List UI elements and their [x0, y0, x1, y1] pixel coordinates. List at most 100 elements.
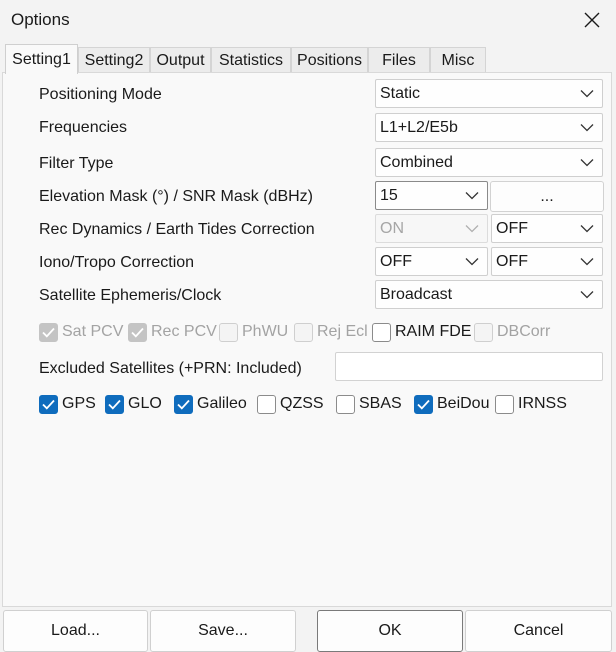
chevron-down-icon	[580, 158, 594, 166]
rec-dynamics-select[interactable]: ON	[375, 214, 488, 243]
checkbox-label: DBCorr	[497, 323, 551, 340]
title-bar: Options	[0, 0, 616, 42]
close-icon	[584, 12, 600, 28]
dialog-footer: Load... Save... OK Cancel	[0, 607, 616, 652]
earth-tides-select[interactable]: OFF	[491, 214, 603, 243]
button-label: ...	[540, 187, 554, 205]
tab-files[interactable]: Files	[368, 47, 430, 73]
checkbox-box	[105, 394, 124, 414]
select-value: 15	[380, 186, 398, 204]
checkbox-box	[219, 322, 238, 342]
raim-fde-checkbox[interactable]: RAIM FDE	[372, 321, 471, 343]
select-value: OFF	[380, 252, 412, 270]
tab-positions[interactable]: Positions	[291, 47, 368, 73]
tab-setting1[interactable]: Setting1	[5, 44, 78, 74]
frequencies-label: Frequencies	[39, 119, 128, 136]
select-value: Broadcast	[380, 285, 453, 303]
galileo-checkbox[interactable]: Galileo	[174, 393, 247, 415]
checkbox-box	[174, 394, 193, 414]
load-button[interactable]: Load...	[3, 610, 148, 652]
filter-type-select[interactable]: Combined	[375, 148, 603, 177]
checkbox-box	[39, 322, 58, 342]
tab-label: Misc	[441, 51, 475, 69]
checkbox-label: GPS	[62, 395, 96, 412]
filter-type-label: Filter Type	[39, 155, 114, 172]
checkbox-box	[128, 322, 147, 342]
checkbox-label: PhWU	[242, 323, 289, 340]
checkbox-box	[257, 394, 276, 414]
ephemeris-label: Satellite Ephemeris/Clock	[39, 287, 222, 304]
save-button[interactable]: Save...	[150, 610, 296, 652]
tropo-correction-select[interactable]: OFF	[491, 247, 603, 276]
checkbox-box	[474, 322, 493, 342]
beidou-checkbox[interactable]: BeiDou	[414, 393, 489, 415]
checkbox-box	[414, 394, 433, 414]
tab-setting2[interactable]: Setting2	[78, 47, 150, 73]
select-value: OFF	[496, 219, 528, 237]
rec-dynamics-label: Rec Dynamics / Earth Tides Correction	[39, 221, 315, 238]
chevron-down-icon	[580, 290, 594, 298]
check-icon	[177, 399, 190, 410]
checkbox-box	[294, 322, 313, 342]
chevron-down-icon	[580, 224, 594, 232]
qzss-checkbox[interactable]: QZSS	[257, 393, 324, 415]
chevron-down-icon	[465, 191, 479, 199]
rej-ecl-checkbox[interactable]: Rej Ecl	[294, 321, 368, 343]
glo-checkbox[interactable]: GLO	[105, 393, 162, 415]
select-value: Static	[380, 84, 421, 102]
close-button[interactable]	[568, 0, 616, 40]
frequencies-select[interactable]: L1+L2/E5b	[375, 113, 603, 142]
positioning-mode-select[interactable]: Static	[375, 79, 603, 108]
checkbox-label: BeiDou	[437, 395, 490, 412]
excluded-satellites-input[interactable]	[335, 352, 603, 381]
button-label: OK	[378, 622, 402, 639]
phwu-checkbox[interactable]: PhWU	[219, 321, 288, 343]
chevron-down-icon	[580, 123, 594, 131]
check-icon	[131, 327, 144, 338]
checkbox-box	[495, 394, 514, 414]
ok-button[interactable]: OK	[317, 610, 463, 652]
iono-correction-select[interactable]: OFF	[375, 247, 488, 276]
tab-output[interactable]: Output	[150, 47, 211, 73]
checkbox-label: Galileo	[197, 395, 247, 412]
tab-label: Setting1	[12, 50, 71, 68]
window-title: Options	[11, 10, 70, 29]
checkbox-label: RAIM FDE	[395, 323, 472, 340]
button-label: Load...	[51, 622, 100, 639]
select-value: ON	[380, 219, 404, 237]
chevron-down-icon	[465, 224, 479, 232]
irnss-checkbox[interactable]: IRNSS	[495, 393, 567, 415]
check-icon	[42, 327, 55, 338]
tab-label: Files	[382, 51, 416, 69]
select-value: L1+L2/E5b	[380, 118, 458, 136]
rec-pcv-checkbox[interactable]: Rec PCV	[128, 321, 217, 343]
dbcorr-checkbox[interactable]: DBCorr	[474, 321, 550, 343]
checkbox-label: GLO	[128, 395, 162, 412]
gps-checkbox[interactable]: GPS	[39, 393, 96, 415]
snr-mask-button[interactable]: ...	[490, 181, 604, 212]
check-icon	[42, 399, 55, 410]
checkbox-box	[372, 322, 391, 342]
sat-pcv-checkbox[interactable]: Sat PCV	[39, 321, 123, 343]
tab-statistics[interactable]: Statistics	[211, 47, 291, 73]
tab-misc[interactable]: Misc	[430, 47, 486, 73]
positioning-mode-label: Positioning Mode	[39, 86, 162, 103]
checkbox-label: QZSS	[280, 395, 324, 412]
checkbox-label: Sat PCV	[62, 323, 124, 340]
tab-label: Setting2	[84, 51, 144, 69]
checkbox-label: SBAS	[359, 395, 402, 412]
elevation-mask-select[interactable]: 15	[375, 181, 488, 210]
button-label: Cancel	[513, 622, 564, 639]
tab-label: Positions	[297, 51, 362, 69]
select-value: OFF	[496, 252, 528, 270]
ephemeris-select[interactable]: Broadcast	[375, 280, 603, 309]
cancel-button[interactable]: Cancel	[465, 610, 612, 652]
checkbox-label: Rej Ecl	[317, 323, 368, 340]
chevron-down-icon	[580, 257, 594, 265]
sbas-checkbox[interactable]: SBAS	[336, 393, 402, 415]
iono-tropo-label: Iono/Tropo Correction	[39, 254, 195, 271]
excluded-satellites-label: Excluded Satellites (+PRN: Included)	[39, 360, 302, 377]
tab-label: Output	[156, 51, 205, 69]
tab-strip: Setting1 Setting2 Output Statistics Posi…	[0, 44, 616, 74]
checkbox-box	[39, 394, 58, 414]
